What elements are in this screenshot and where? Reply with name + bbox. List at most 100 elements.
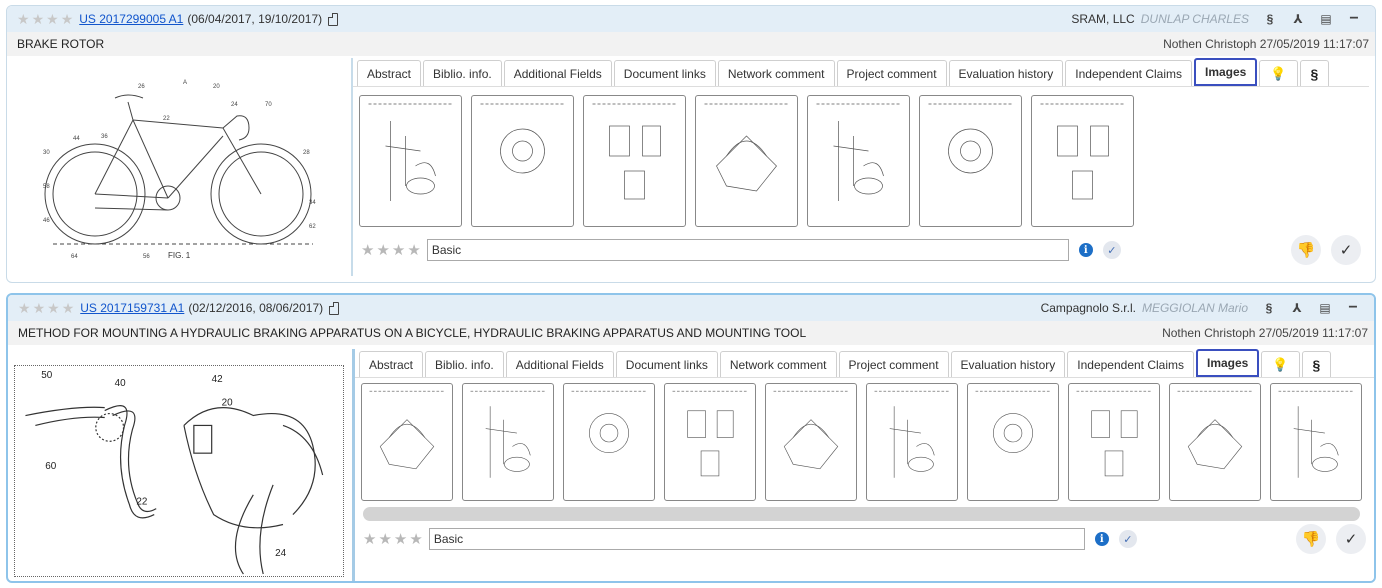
star-icon[interactable]: ★ [47, 301, 60, 315]
drawing-sheet-image [1177, 390, 1253, 470]
check-icon[interactable]: ✓ [1118, 530, 1137, 548]
drawing-sheet-thumbnail[interactable] [765, 383, 857, 501]
publication-dates: (06/04/2017, 19/10/2017) [187, 12, 323, 26]
tab-hints[interactable]: 💡 [1261, 351, 1300, 377]
star-icon[interactable]: ★ [61, 12, 74, 26]
star-icon[interactable]: ★ [378, 532, 391, 547]
thumbs-down-button[interactable]: 👎 [1296, 524, 1326, 554]
evaluation-bar: ★ ★ ★ ★ i ✓ 👎 ✓ [355, 521, 1374, 557]
tab-document-links[interactable]: Document links [615, 351, 718, 377]
approve-button[interactable]: ✓ [1336, 524, 1366, 554]
tab-images[interactable]: Images [1194, 58, 1258, 86]
tab-legal[interactable]: § [1301, 351, 1332, 377]
tab-hints[interactable]: 💡 [1259, 60, 1298, 86]
drawing-sheet-thumbnail[interactable] [807, 95, 910, 227]
tab-project-comment[interactable]: Project comment [836, 60, 947, 86]
document-icon[interactable] [329, 301, 340, 315]
drawing-sheet-thumbnail[interactable] [462, 383, 554, 501]
tab-network-comment[interactable]: Network comment [717, 60, 835, 86]
star-icon[interactable]: ★ [361, 243, 374, 258]
rating-stars[interactable]: ★ ★ ★ ★ [18, 301, 74, 315]
approve-button[interactable]: ✓ [1331, 235, 1361, 265]
minimize-icon[interactable]: − [1343, 9, 1365, 29]
main-drawing-thumbnail[interactable]: 50 40 42 20 60 22 24 [14, 365, 344, 577]
tab-abstract[interactable]: Abstract [359, 351, 424, 377]
record-subheader: METHOD FOR MOUNTING A HYDRAULIC BRAKING … [8, 321, 1374, 345]
section-icon[interactable]: § [1259, 9, 1281, 29]
star-icon[interactable]: ★ [394, 532, 407, 547]
drawing-sheet-thumbnail[interactable] [695, 95, 798, 227]
gallery-scrollbar[interactable] [363, 507, 1360, 521]
rating-stars[interactable]: ★ ★ ★ ★ [17, 12, 73, 26]
info-icon[interactable]: i [1094, 532, 1109, 546]
drawing-sheet-thumbnail[interactable] [967, 383, 1059, 501]
check-icon[interactable]: ✓ [1102, 241, 1121, 259]
tab-independent-claims[interactable]: Independent Claims [1067, 351, 1194, 377]
drawing-sheet-thumbnail[interactable] [1270, 383, 1362, 501]
patent-title: METHOD FOR MOUNTING A HYDRAULIC BRAKING … [18, 326, 807, 340]
tab-legal[interactable]: § [1299, 60, 1330, 86]
drawing-sheet-thumbnail[interactable] [583, 95, 686, 227]
document-icon[interactable] [328, 12, 339, 26]
tab-biblio-info[interactable]: Biblio. info. [423, 60, 502, 86]
tab-independent-claims[interactable]: Independent Claims [1065, 60, 1192, 86]
evaluation-input[interactable] [428, 528, 1085, 550]
ref-label: 40 [115, 378, 127, 389]
publication-number-link[interactable]: US 2017299005 A1 [79, 12, 183, 26]
tab-abstract[interactable]: Abstract [357, 60, 422, 86]
drawing-sheet-thumbnail[interactable] [919, 95, 1022, 227]
tab-additional-fields[interactable]: Additional Fields [503, 60, 612, 86]
star-icon[interactable]: ★ [32, 12, 45, 26]
drawing-sheet-thumbnail[interactable] [664, 383, 756, 501]
applicant-company: Campagnolo S.r.l. [1040, 301, 1136, 315]
tab-images[interactable]: Images [1196, 349, 1260, 377]
report-icon[interactable]: ▤ [1315, 9, 1337, 29]
section-icon[interactable]: § [1258, 298, 1280, 318]
report-icon[interactable]: ▤ [1314, 298, 1336, 318]
star-icon[interactable]: ★ [18, 301, 31, 315]
star-icon[interactable]: ★ [392, 243, 405, 258]
drawing-sheet-image [470, 390, 546, 478]
drawing-sheet-thumbnail[interactable] [563, 383, 655, 501]
detail-panel: Abstract Biblio. info. Additional Fields… [352, 349, 1374, 581]
pdf-icon[interactable]: ⅄ [1286, 298, 1308, 318]
star-icon[interactable]: ★ [376, 243, 389, 258]
evaluation-input[interactable] [426, 239, 1069, 261]
evaluation-stars[interactable]: ★ ★ ★ ★ [363, 532, 423, 547]
pdf-icon[interactable]: ⅄ [1287, 9, 1309, 29]
svg-text:46: 46 [43, 218, 50, 224]
evaluation-stars[interactable]: ★ ★ ★ ★ [361, 243, 421, 258]
record-header: ★ ★ ★ ★ US 2017159731 A1 (02/12/2016, 08… [8, 295, 1374, 321]
minimize-icon[interactable]: − [1342, 298, 1364, 318]
tab-document-links[interactable]: Document links [613, 60, 716, 86]
star-icon[interactable]: ★ [33, 301, 46, 315]
tab-evaluation-history[interactable]: Evaluation history [950, 351, 1066, 377]
drawing-sheet-thumbnail[interactable] [1169, 383, 1261, 501]
tab-network-comment[interactable]: Network comment [719, 351, 837, 377]
info-icon[interactable]: i [1078, 243, 1093, 257]
star-icon[interactable]: ★ [409, 532, 422, 547]
star-icon[interactable]: ★ [363, 532, 376, 547]
star-icon[interactable]: ★ [17, 12, 30, 26]
section-icon: § [1310, 65, 1319, 82]
drawing-sheet-thumbnail[interactable] [471, 95, 574, 227]
drawing-sheet-image [704, 103, 789, 192]
ref-label: 42 [212, 374, 223, 385]
publication-number-link[interactable]: US 2017159731 A1 [80, 301, 184, 315]
thumbs-down-button[interactable]: 👎 [1291, 235, 1321, 265]
tab-project-comment[interactable]: Project comment [838, 351, 949, 377]
star-icon[interactable]: ★ [407, 243, 420, 258]
star-icon[interactable]: ★ [46, 12, 59, 26]
thumbs-down-icon: 👎 [1296, 242, 1316, 259]
star-icon[interactable]: ★ [62, 301, 75, 315]
tab-evaluation-history[interactable]: Evaluation history [948, 60, 1064, 86]
drawing-sheet-image [773, 390, 849, 470]
drawing-sheet-thumbnail[interactable] [1031, 95, 1134, 227]
drawing-sheet-thumbnail[interactable] [1068, 383, 1160, 501]
main-drawing-thumbnail[interactable]: 26 A 20 24 70 22 44 36 30 28 58 34 62 46 56 64 FIG… [13, 58, 343, 274]
drawing-sheet-thumbnail[interactable] [361, 383, 453, 501]
tab-biblio-info[interactable]: Biblio. info. [425, 351, 504, 377]
drawing-sheet-thumbnail[interactable] [359, 95, 462, 227]
tab-additional-fields[interactable]: Additional Fields [505, 351, 614, 377]
drawing-sheet-thumbnail[interactable] [866, 383, 958, 501]
